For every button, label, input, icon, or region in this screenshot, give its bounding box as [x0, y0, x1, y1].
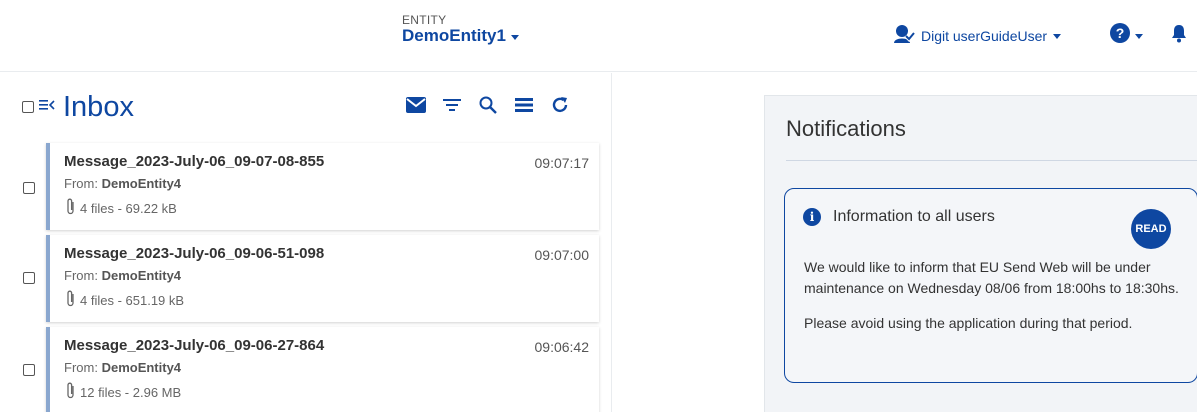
- from-label: From:: [64, 360, 98, 375]
- select-all-checkbox[interactable]: [22, 101, 34, 113]
- message-time: 09:07:17: [534, 155, 590, 171]
- message-from: From: DemoEntity4: [64, 360, 181, 375]
- message-attachments: 12 files - 2.96 MB: [66, 382, 181, 403]
- notification-heading-row: i Information to all users: [803, 208, 995, 226]
- message-checkbox[interactable]: [23, 364, 35, 376]
- bell-icon[interactable]: [1171, 24, 1187, 48]
- list-item[interactable]: Message_2023-July-06_09-06-51-098 09:07:…: [46, 235, 599, 322]
- paperclip-icon: [66, 290, 76, 311]
- inbox-title: Inbox: [63, 91, 134, 123]
- inbox-header: Inbox: [22, 91, 134, 123]
- list-icon[interactable]: [506, 93, 542, 117]
- collapse-menu-icon[interactable]: [39, 98, 55, 117]
- message-from: From: DemoEntity4: [64, 176, 181, 191]
- from-label: From:: [64, 268, 98, 283]
- entity-selector[interactable]: ENTITY DemoEntity1: [402, 14, 519, 46]
- inbox-toolbar: [398, 93, 578, 117]
- message-attachments: 4 files - 69.22 kB: [66, 198, 177, 219]
- info-icon: i: [803, 208, 821, 226]
- from-entity: DemoEntity4: [101, 176, 182, 191]
- user-name: Digit userGuideUser: [921, 27, 1048, 44]
- question-circle-icon: ?: [1110, 23, 1130, 48]
- from-entity: DemoEntity4: [101, 360, 182, 375]
- notifications-title: Notifications: [786, 116, 906, 141]
- from-entity: DemoEntity4: [101, 268, 182, 283]
- list-item[interactable]: Message_2023-July-06_09-07-08-855 09:07:…: [46, 143, 599, 230]
- message-subject: Message_2023-July-06_09-06-51-098: [64, 245, 325, 262]
- chevron-down-icon: [1053, 34, 1062, 39]
- chevron-down-icon: [1135, 34, 1143, 39]
- message-time: 09:06:42: [534, 339, 590, 355]
- files-summary: 12 files - 2.96 MB: [80, 385, 182, 400]
- files-summary: 4 files - 651.19 kB: [80, 293, 185, 308]
- message-from: From: DemoEntity4: [64, 268, 181, 283]
- inbox-panel: Inbox Message_2023-July-06_09-07-08-855 …: [0, 73, 612, 412]
- message-subject: Message_2023-July-06_09-06-27-864: [64, 337, 325, 354]
- entity-caption: ENTITY: [402, 13, 447, 27]
- envelope-icon[interactable]: [398, 93, 434, 117]
- search-icon[interactable]: [470, 93, 506, 117]
- entity-name-row[interactable]: DemoEntity1: [402, 26, 519, 46]
- message-checkbox[interactable]: [23, 272, 35, 284]
- user-check-icon: [893, 24, 916, 47]
- list-item[interactable]: Message_2023-July-06_09-06-27-864 09:06:…: [46, 327, 599, 412]
- read-button[interactable]: READ: [1131, 209, 1171, 249]
- message-subject: Message_2023-July-06_09-07-08-855: [64, 153, 325, 170]
- notification-paragraph: We would like to inform that EU Send Web…: [804, 259, 1179, 296]
- message-checkbox[interactable]: [23, 182, 35, 194]
- message-attachments: 4 files - 651.19 kB: [66, 290, 184, 311]
- notification-paragraph: Please avoid using the application durin…: [804, 315, 1133, 331]
- notifications-panel: Notifications i Information to all users…: [764, 95, 1197, 412]
- entity-name: DemoEntity1: [402, 26, 506, 45]
- top-header: ENTITY DemoEntity1 Digit userGuideUser ?: [0, 0, 1197, 72]
- paperclip-icon: [66, 382, 76, 403]
- chevron-down-icon: [510, 34, 519, 40]
- refresh-icon[interactable]: [542, 93, 578, 117]
- notification-card: i Information to all users READ We would…: [784, 188, 1197, 383]
- svg-text:?: ?: [1116, 25, 1125, 41]
- filter-icon[interactable]: [434, 93, 470, 117]
- from-label: From:: [64, 176, 98, 191]
- user-menu[interactable]: Digit userGuideUser: [893, 24, 1062, 47]
- notification-body: We would like to inform that EU Send Web…: [804, 257, 1184, 334]
- files-summary: 4 files - 69.22 kB: [80, 201, 177, 216]
- help-menu[interactable]: ?: [1110, 23, 1143, 48]
- notification-heading: Information to all users: [833, 208, 995, 225]
- message-time: 09:07:00: [534, 247, 590, 263]
- paperclip-icon: [66, 198, 76, 219]
- divider: [786, 160, 1197, 161]
